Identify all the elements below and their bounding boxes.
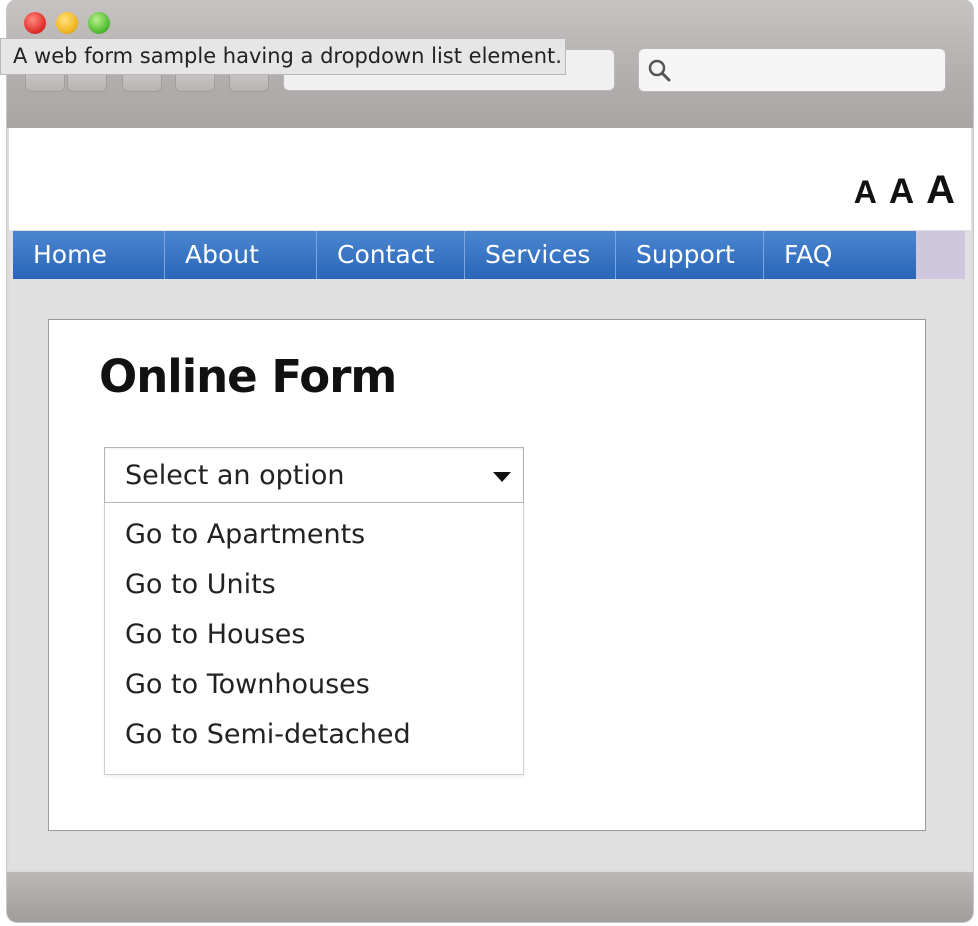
- nav-item-services[interactable]: Services: [465, 231, 616, 279]
- maximize-window-button[interactable]: [88, 12, 110, 34]
- search-input[interactable]: [638, 48, 946, 92]
- dropdown-option-semi-detached[interactable]: Go to Semi-detached: [125, 719, 411, 750]
- caret-down-icon[interactable]: [493, 472, 511, 482]
- dropdown-option-houses[interactable]: Go to Houses: [125, 619, 305, 650]
- search-icon: [648, 59, 671, 82]
- nav-item-about[interactable]: About: [165, 231, 317, 279]
- dropdown-option-apartments[interactable]: Go to Apartments: [125, 519, 365, 550]
- nav-item-support[interactable]: Support: [616, 231, 764, 279]
- option-select[interactable]: Select an option: [104, 447, 524, 503]
- form-panel: Online Form Select an option Go to Apart…: [48, 319, 926, 831]
- font-size-medium-button[interactable]: A: [889, 172, 914, 212]
- font-size-large-button[interactable]: A: [926, 168, 955, 213]
- font-size-controls: A A A: [854, 168, 955, 213]
- browser-window: A A A Home About Contact Services Suppor…: [7, 0, 973, 922]
- minimize-window-button[interactable]: [56, 12, 78, 34]
- form-title: Online Form: [99, 350, 397, 403]
- dropdown-option-townhouses[interactable]: Go to Townhouses: [125, 669, 370, 700]
- page-header: A A A: [9, 128, 971, 230]
- tooltip: A web form sample having a dropdown list…: [0, 38, 566, 75]
- main-nav: Home About Contact Services Support FAQ: [13, 231, 965, 279]
- dropdown-option-units[interactable]: Go to Units: [125, 569, 276, 600]
- web-page: A A A Home About Contact Services Suppor…: [9, 128, 971, 870]
- window-footer: [7, 872, 973, 922]
- close-window-button[interactable]: [24, 12, 46, 34]
- nav-item-faq[interactable]: FAQ: [764, 231, 916, 279]
- font-size-small-button[interactable]: A: [854, 174, 877, 211]
- nav-item-contact[interactable]: Contact: [317, 231, 465, 279]
- select-value: Select an option: [125, 460, 345, 491]
- nav-item-home[interactable]: Home: [13, 231, 165, 279]
- dropdown-list: Go to Apartments Go to Units Go to House…: [104, 503, 524, 775]
